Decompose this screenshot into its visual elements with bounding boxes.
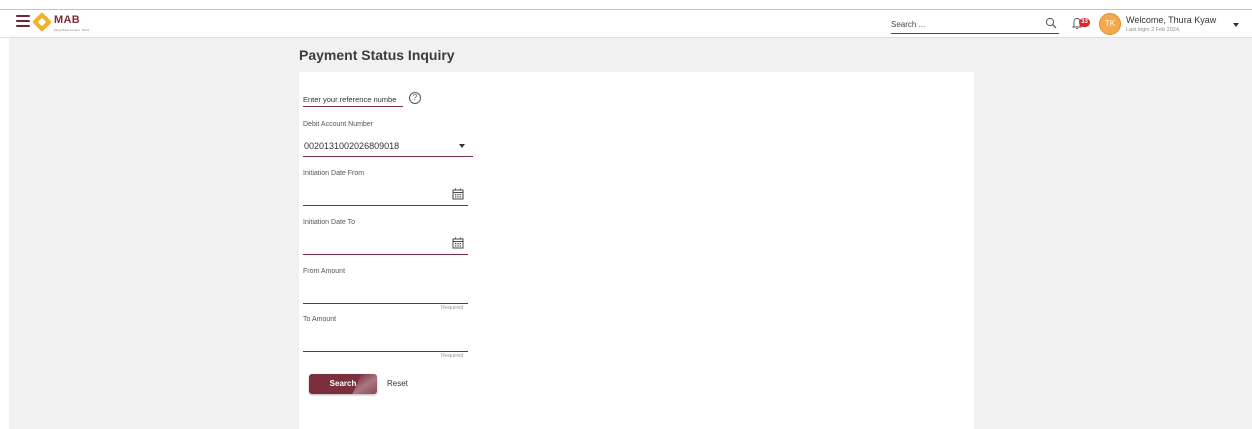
debit-account-label: Debit Account Number [303,121,374,128]
to-amount-hint: Required [441,353,464,359]
from-amount-field [303,283,468,304]
help-icon[interactable]: ? [409,92,421,104]
date-to-input[interactable] [303,235,443,253]
date-from-label: Initiation Date From [303,170,365,177]
date-to-field [303,234,468,255]
date-from-field [303,185,468,206]
debit-account-select[interactable]: 0020131002026809018 [303,136,473,157]
welcome-text[interactable]: Welcome, Thura Kyaw [1126,15,1216,25]
reference-input[interactable] [303,95,403,104]
to-amount-input[interactable] [303,332,443,350]
global-search [891,14,1059,34]
from-amount-hint: Required [441,305,464,311]
top-header: MAB Mega Bank Limited · Bank 33 TK Welco… [0,9,1252,38]
date-to-label: Initiation Date To [303,219,356,226]
reset-button[interactable]: Reset [387,374,408,394]
chevron-down-icon[interactable] [1233,23,1239,27]
calendar-icon[interactable] [452,237,464,249]
last-login-text: Last login 2 Feb 2024, [1126,27,1181,33]
from-amount-input[interactable] [303,284,443,302]
search-button[interactable]: Search [309,374,377,394]
inquiry-form-panel: ? Debit Account Number 00201310020268090… [299,72,974,429]
to-amount-field [303,331,468,352]
to-amount-label: To Amount [303,316,337,323]
chevron-down-icon [459,144,465,148]
logo-text[interactable]: MAB [54,14,80,26]
notification-badge: 33 [1079,18,1090,27]
avatar[interactable]: TK [1099,13,1121,35]
search-icon[interactable] [1045,17,1057,29]
calendar-icon[interactable] [452,188,464,200]
debit-account-value: 0020131002026809018 [304,141,400,151]
left-strip [0,38,9,429]
top-strip [0,0,1252,9]
search-button-label: Search [329,379,357,388]
date-from-input[interactable] [303,186,443,204]
search-input[interactable] [891,20,1031,29]
hamburger-menu-icon[interactable] [16,15,30,27]
page-title: Payment Status Inquiry [299,47,455,63]
logo-tagline: Mega Bank Limited · Bank [54,28,90,32]
logo-diamond-icon [32,12,52,32]
reference-field [303,89,403,107]
from-amount-label: From Amount [303,268,346,275]
